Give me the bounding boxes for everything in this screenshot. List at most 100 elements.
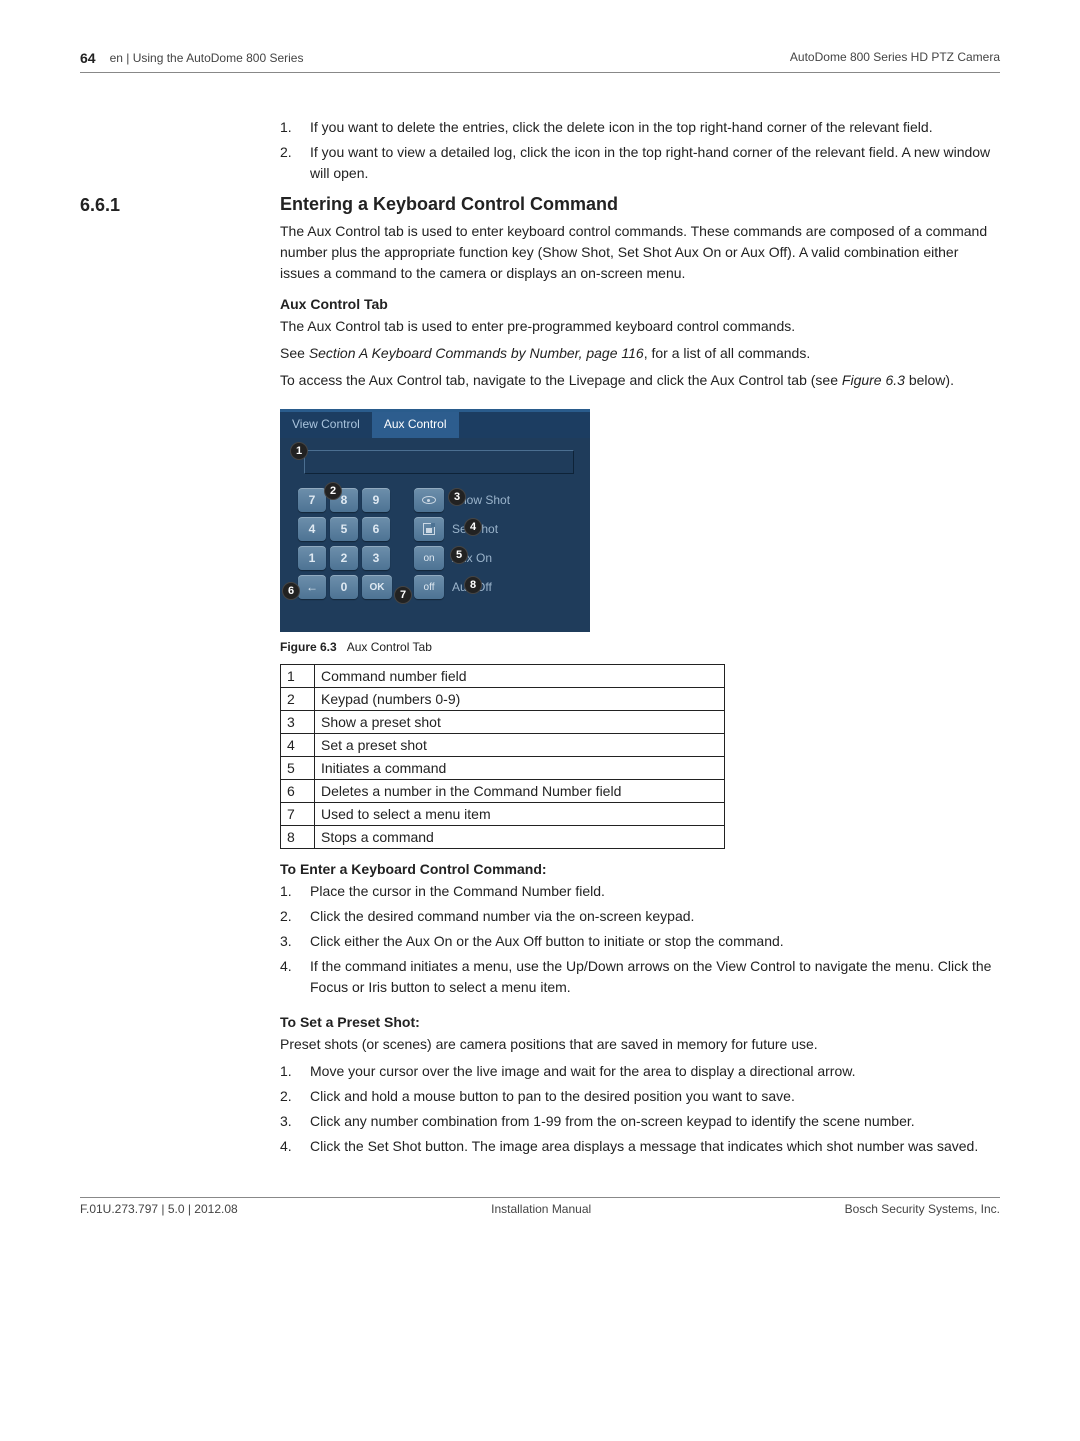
header-right-text: AutoDome 800 Series HD PTZ Camera xyxy=(790,50,1000,66)
list-text: If you want to view a detailed log, clic… xyxy=(310,142,1000,184)
list-item: 4.Click the Set Shot button. The image a… xyxy=(280,1136,1000,1157)
list-item: 4.If the command initiates a menu, use t… xyxy=(280,956,1000,998)
list-text: Place the cursor in the Command Number f… xyxy=(310,881,1000,902)
callout-marker-8: 8 xyxy=(464,576,482,594)
list-item: 2.If you want to view a detailed log, cl… xyxy=(280,142,1000,184)
callout-marker-5: 5 xyxy=(450,546,468,564)
callout-marker-3: 3 xyxy=(448,488,466,506)
keypad-6-button[interactable]: 6 xyxy=(362,517,390,541)
tab-aux-control[interactable]: Aux Control xyxy=(372,412,459,438)
legend-description: Show a preset shot xyxy=(315,711,725,734)
list-item: 1.If you want to delete the entries, cli… xyxy=(280,117,1000,138)
keypad-ok-button[interactable]: OK xyxy=(362,575,392,599)
list-number: 3. xyxy=(280,1111,310,1132)
keypad-9-button[interactable]: 9 xyxy=(362,488,390,512)
legend-description: Set a preset shot xyxy=(315,734,725,757)
legend-description: Command number field xyxy=(315,665,725,688)
list-number: 1. xyxy=(280,117,310,138)
list-text: If you want to delete the entries, click… xyxy=(310,117,1000,138)
aux-control-figure: View Control Aux Control 1 2 3 4 5 6 7 8 xyxy=(280,409,590,632)
list-item: 2.Click and hold a mouse button to pan t… xyxy=(280,1086,1000,1107)
aux-heading: Aux Control Tab xyxy=(280,296,1000,312)
cross-reference: Section A Keyboard Commands by Number, p… xyxy=(309,345,644,361)
list-number: 2. xyxy=(280,906,310,927)
list-number: 4. xyxy=(280,956,310,998)
enter-command-heading: To Enter a Keyboard Control Command: xyxy=(280,861,1000,877)
show-shot-button[interactable] xyxy=(414,488,444,512)
keypad-0-button[interactable]: 0 xyxy=(330,575,358,599)
list-number: 1. xyxy=(280,1061,310,1082)
aux-control-panel: 1 2 3 4 5 6 7 8 7 8 9 xyxy=(280,438,590,632)
eye-icon xyxy=(422,496,436,504)
list-number: 1. xyxy=(280,881,310,902)
list-text: If the command initiates a menu, use the… xyxy=(310,956,1000,998)
legend-number: 6 xyxy=(281,780,315,803)
footer-center: Installation Manual xyxy=(491,1202,591,1216)
legend-number: 5 xyxy=(281,757,315,780)
legend-number: 7 xyxy=(281,803,315,826)
callout-marker-1: 1 xyxy=(290,442,308,460)
figure-caption: Figure 6.3 Aux Control Tab xyxy=(280,640,1000,654)
legend-number: 3 xyxy=(281,711,315,734)
keypad-4-button[interactable]: 4 xyxy=(298,517,326,541)
list-number: 4. xyxy=(280,1136,310,1157)
text: below). xyxy=(905,372,954,388)
list-text: Click any number combination from 1-99 f… xyxy=(310,1111,1000,1132)
keypad-2-button[interactable]: 2 xyxy=(330,546,358,570)
legend-number: 2 xyxy=(281,688,315,711)
aux-para-2: To access the Aux Control tab, navigate … xyxy=(280,370,1000,391)
keypad-1-button[interactable]: 1 xyxy=(298,546,326,570)
text: , for a list of all commands. xyxy=(644,345,811,361)
list-number: 2. xyxy=(280,142,310,184)
legend-number: 8 xyxy=(281,826,315,849)
legend-description: Deletes a number in the Command Number f… xyxy=(315,780,725,803)
list-text: Click the Set Shot button. The image are… xyxy=(310,1136,1000,1157)
tab-bar: View Control Aux Control xyxy=(280,412,590,438)
legend-description: Keypad (numbers 0-9) xyxy=(315,688,725,711)
callout-marker-4: 4 xyxy=(464,518,482,536)
list-text: Move your cursor over the live image and… xyxy=(310,1061,1000,1082)
tab-view-control[interactable]: View Control xyxy=(280,412,372,438)
legend-description: Stops a command xyxy=(315,826,725,849)
keypad-back-button[interactable]: ← xyxy=(298,575,326,599)
callout-marker-6: 6 xyxy=(282,582,300,600)
list-item: 2.Click the desired command number via t… xyxy=(280,906,1000,927)
page-footer: F.01U.273.797 | 5.0 | 2012.08 Installati… xyxy=(80,1197,1000,1216)
header-left-text: en | Using the AutoDome 800 Series xyxy=(110,51,304,65)
command-number-field[interactable] xyxy=(304,450,574,474)
callout-legend-table: 1Command number field 2Keypad (numbers 0… xyxy=(280,664,725,849)
keypad-3-button[interactable]: 3 xyxy=(362,546,390,570)
intro-ordered-list: 1.If you want to delete the entries, cli… xyxy=(280,117,1000,184)
callout-marker-7: 7 xyxy=(394,586,412,604)
figure-caption-number: Figure 6.3 xyxy=(280,640,337,654)
text: See xyxy=(280,345,309,361)
legend-description: Initiates a command xyxy=(315,757,725,780)
legend-description: Used to select a menu item xyxy=(315,803,725,826)
aux-off-button[interactable]: off xyxy=(414,575,444,599)
table-row: 1Command number field xyxy=(281,665,725,688)
keypad-7-button[interactable]: 7 xyxy=(298,488,326,512)
list-item: 3.Click either the Aux On or the Aux Off… xyxy=(280,931,1000,952)
keypad-5-button[interactable]: 5 xyxy=(330,517,358,541)
section-intro-paragraph: The Aux Control tab is used to enter key… xyxy=(280,221,1000,284)
aux-para-1: The Aux Control tab is used to enter pre… xyxy=(280,316,1000,337)
set-shot-button[interactable] xyxy=(414,517,444,541)
footer-right: Bosch Security Systems, Inc. xyxy=(845,1202,1000,1216)
preset-intro: Preset shots (or scenes) are camera posi… xyxy=(280,1034,1000,1055)
figure-reference: Figure 6.3 xyxy=(842,372,905,388)
disk-icon xyxy=(423,523,435,535)
text: To access the Aux Control tab, navigate … xyxy=(280,372,842,388)
table-row: 5Initiates a command xyxy=(281,757,725,780)
footer-left: F.01U.273.797 | 5.0 | 2012.08 xyxy=(80,1202,238,1216)
legend-number: 4 xyxy=(281,734,315,757)
numeric-keypad: 7 8 9 4 5 6 1 2 xyxy=(298,488,396,604)
table-row: 2Keypad (numbers 0-9) xyxy=(281,688,725,711)
list-number: 2. xyxy=(280,1086,310,1107)
page-number: 64 xyxy=(80,50,96,66)
callout-marker-2: 2 xyxy=(324,482,342,500)
preset-heading: To Set a Preset Shot: xyxy=(280,1014,1000,1030)
aux-para-see: See Section A Keyboard Commands by Numbe… xyxy=(280,343,1000,364)
list-item: 1.Move your cursor over the live image a… xyxy=(280,1061,1000,1082)
aux-on-button[interactable]: on xyxy=(414,546,444,570)
section-title: Entering a Keyboard Control Command xyxy=(280,194,1000,215)
